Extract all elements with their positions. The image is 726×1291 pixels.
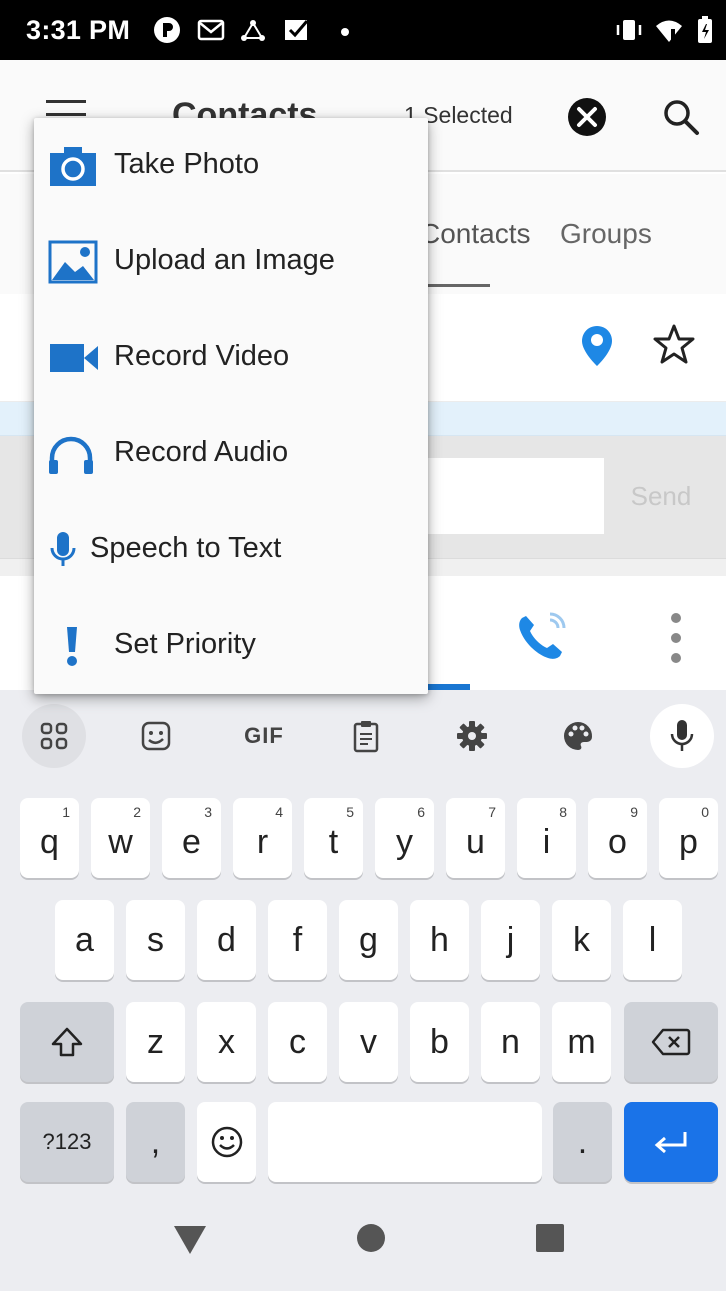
key-g[interactable]: g	[339, 900, 398, 980]
key-j[interactable]: j	[481, 900, 540, 980]
menu-label-speech-to-text: Speech to Text	[90, 532, 282, 564]
key-x[interactable]: x	[197, 1002, 256, 1082]
comma-key[interactable]: ,	[126, 1102, 185, 1182]
network-icon	[241, 20, 265, 41]
menu-item-set-priority[interactable]: Set Priority	[34, 598, 428, 694]
key-v[interactable]: v	[339, 1002, 398, 1082]
key-k[interactable]: k	[552, 900, 611, 980]
settings-icon[interactable]	[440, 704, 504, 768]
star-icon[interactable]	[652, 322, 696, 366]
home-icon[interactable]	[357, 1224, 385, 1252]
key-q[interactable]: 1q	[20, 798, 79, 878]
key-o[interactable]: 9o	[588, 798, 647, 878]
key-a[interactable]: a	[55, 900, 114, 980]
wifi-icon	[656, 20, 682, 42]
enter-icon	[654, 1132, 687, 1154]
menu-label-set-priority: Set Priority	[114, 628, 256, 660]
backspace-key[interactable]	[624, 1002, 718, 1082]
gif-button[interactable]: GIF	[232, 704, 296, 768]
dot-icon	[341, 28, 349, 36]
sticker-icon[interactable]	[124, 704, 188, 768]
menu-item-record-audio[interactable]: Record Audio	[34, 406, 428, 502]
shift-icon	[51, 1027, 83, 1057]
key-n[interactable]: n	[481, 1002, 540, 1082]
key-d[interactable]: d	[197, 900, 256, 980]
key-t[interactable]: 5t	[304, 798, 363, 878]
gmail-icon	[197, 19, 225, 41]
camera-icon	[50, 147, 96, 186]
key-c[interactable]: c	[268, 1002, 327, 1082]
key-u[interactable]: 7u	[446, 798, 505, 878]
search-icon[interactable]	[660, 96, 702, 138]
menu-item-record-video[interactable]: Record Video	[34, 310, 428, 406]
headphones-icon	[49, 436, 93, 474]
key-b[interactable]: b	[410, 1002, 469, 1082]
enter-key[interactable]	[624, 1102, 718, 1182]
menu-item-upload-image[interactable]: Upload an Image	[34, 214, 428, 310]
key-i[interactable]: 8i	[517, 798, 576, 878]
checkbox-notification-icon	[285, 20, 309, 40]
key-z[interactable]: z	[126, 1002, 185, 1082]
key-e[interactable]: 3e	[162, 798, 221, 878]
recents-icon[interactable]	[536, 1224, 564, 1252]
back-icon[interactable]	[172, 1224, 208, 1256]
close-icon[interactable]	[566, 96, 608, 138]
period-key[interactable]: .	[553, 1102, 612, 1182]
more-options-icon[interactable]	[664, 610, 688, 666]
navigation-bar	[0, 1186, 726, 1291]
wifi-call-icon[interactable]	[512, 606, 572, 666]
vibrate-icon	[616, 20, 642, 40]
key-s[interactable]: s	[126, 900, 185, 980]
menu-label-record-audio: Record Audio	[114, 436, 289, 468]
key-y[interactable]: 6y	[375, 798, 434, 878]
location-pin-icon[interactable]	[580, 324, 614, 368]
menu-item-speech-to-text[interactable]: Speech to Text	[34, 502, 428, 598]
emoji-icon	[211, 1126, 242, 1158]
status-time: 3:31 PM	[26, 15, 131, 45]
battery-icon	[698, 16, 712, 43]
palette-icon[interactable]	[546, 704, 610, 768]
key-l[interactable]: l	[623, 900, 682, 980]
attachment-menu: Take Photo Upload an Image Record Video …	[34, 118, 428, 694]
key-r[interactable]: 4r	[233, 798, 292, 878]
apps-icon[interactable]	[22, 704, 86, 768]
key-m[interactable]: m	[552, 1002, 611, 1082]
message-input[interactable]	[420, 458, 604, 534]
image-icon	[48, 240, 98, 284]
emoji-key[interactable]	[197, 1102, 256, 1182]
tab-contacts[interactable]: Contacts	[420, 218, 531, 250]
key-h[interactable]: h	[410, 900, 469, 980]
voice-input-icon[interactable]	[650, 704, 714, 768]
notification-p-icon	[154, 17, 180, 43]
menu-label-upload-image: Upload an Image	[114, 244, 335, 276]
symbols-key[interactable]: ?123	[20, 1102, 114, 1182]
key-w[interactable]: 2w	[91, 798, 150, 878]
status-bar: 3:31 PM	[0, 0, 726, 60]
menu-label-record-video: Record Video	[114, 340, 290, 372]
exclamation-icon	[67, 627, 77, 666]
key-f[interactable]: f	[268, 900, 327, 980]
space-key[interactable]	[268, 1102, 542, 1182]
key-p[interactable]: 0p	[659, 798, 718, 878]
send-button[interactable]: Send	[606, 458, 716, 534]
backspace-icon	[651, 1028, 691, 1056]
clipboard-icon[interactable]	[334, 704, 398, 768]
menu-label-take-photo: Take Photo	[114, 148, 260, 180]
tab-groups[interactable]: Groups	[560, 218, 652, 250]
microphone-icon	[50, 532, 76, 566]
menu-item-take-photo[interactable]: Take Photo	[34, 118, 428, 214]
shift-key[interactable]	[20, 1002, 114, 1082]
video-camera-icon	[50, 344, 98, 372]
